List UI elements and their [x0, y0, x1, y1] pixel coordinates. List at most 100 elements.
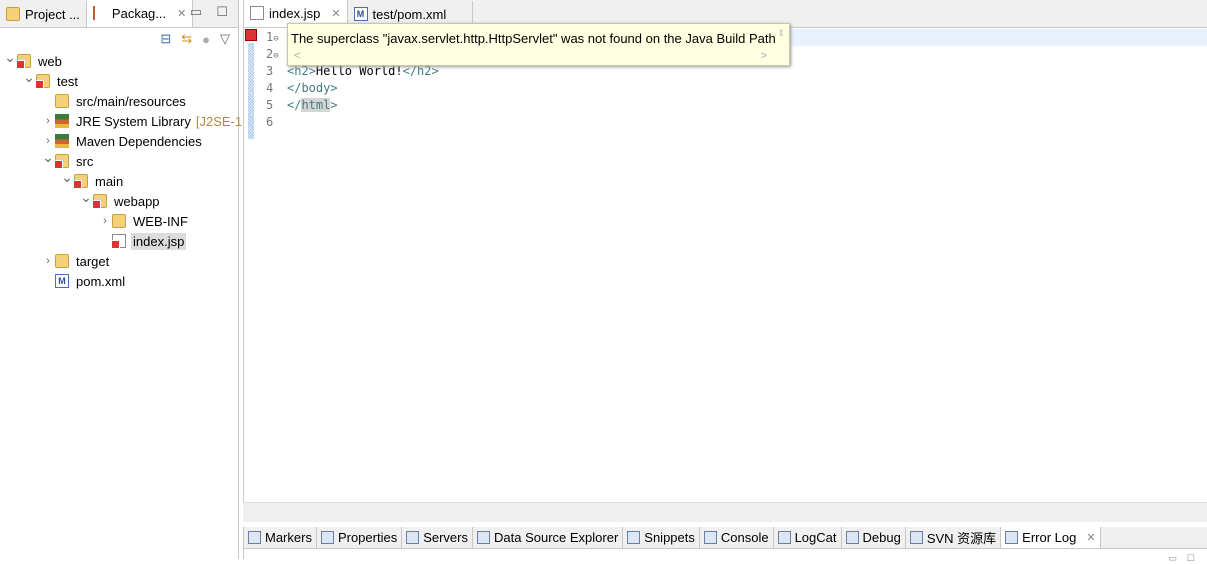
- folder-icon: [54, 154, 69, 169]
- tab-properties[interactable]: Properties: [317, 527, 403, 548]
- tree-item[interactable]: › target: [0, 251, 238, 271]
- fold-icon[interactable]: ⊖: [273, 34, 278, 44]
- tab-label: test/pom.xml: [372, 6, 447, 22]
- line-number: 3: [266, 64, 274, 78]
- scroll-left-icon[interactable]: <: [294, 50, 300, 62]
- tab-package-explorer[interactable]: Packag... ✕: [86, 0, 194, 27]
- project-icon: [16, 54, 31, 69]
- close-icon[interactable]: ✕: [331, 7, 340, 20]
- line-number: 1⊖: [266, 30, 279, 44]
- folder-icon: [55, 254, 69, 268]
- editor-horizontal-scrollbar[interactable]: [243, 502, 1207, 522]
- line-number: 6: [266, 115, 274, 129]
- minimize-icon[interactable]: ▭: [190, 4, 202, 20]
- source-folder-icon: [55, 94, 69, 108]
- tab-error-log[interactable]: Error Log ✕: [1001, 527, 1101, 548]
- chevron-right-icon[interactable]: ›: [41, 115, 55, 127]
- tab-label: Snippets: [644, 530, 695, 545]
- tab-label: Servers: [423, 530, 468, 545]
- editor-area: index.jsp ✕ M test/pom.xml 1⊖ 2⊖ 3 4 5 6…: [243, 0, 1207, 502]
- folder-icon: [73, 174, 88, 189]
- maximize-icon[interactable]: ☐: [216, 4, 228, 20]
- servers-icon: [406, 531, 420, 544]
- scroll-right-icon[interactable]: >: [761, 50, 767, 62]
- left-tab-bar: Project ... Packag... ✕ ▭ ☐: [0, 0, 238, 28]
- change-marker: [248, 43, 254, 139]
- folder-icon: [112, 214, 126, 228]
- tree-item[interactable]: index.jsp: [0, 231, 238, 251]
- properties-icon: [320, 531, 334, 544]
- file-icon: [111, 234, 126, 249]
- maven-project-icon: [35, 74, 50, 89]
- tab-snippets[interactable]: Snippets: [623, 527, 700, 548]
- chevron-down-icon[interactable]: ⌄: [22, 69, 36, 86]
- line-number-gutter: 1⊖ 2⊖ 3 4 5 6: [258, 29, 288, 131]
- tab-svn[interactable]: SVN 资源库: [906, 527, 1002, 548]
- bottom-panel: Markers Properties Servers Data Source Expl…: [243, 527, 1207, 563]
- tree-item-label: JRE System Library: [76, 113, 191, 129]
- tab-label: SVN 资源库: [926, 531, 997, 546]
- fold-icon[interactable]: ⊖: [273, 51, 278, 61]
- tab-label: Markers: [265, 530, 312, 545]
- tree-item-label: webapp: [114, 193, 160, 209]
- tab-label: Console: [720, 530, 769, 545]
- tab-project-explorer[interactable]: Project ...: [0, 1, 87, 27]
- tree-item-label: target: [76, 253, 110, 269]
- package-explorer-panel: Project ... Packag... ✕ ▭ ☐ ⊟ ⇆ ● ▽ ⌄ web…: [0, 0, 246, 559]
- bottom-tab-bar: Markers Properties Servers Data Source Expl…: [244, 527, 1207, 549]
- tab-data-source-explorer[interactable]: Data Source Explorer: [473, 527, 624, 548]
- tree-item[interactable]: ⌄ webapp: [0, 189, 238, 211]
- debug-icon: [845, 531, 859, 544]
- code-line: </body>: [287, 81, 338, 95]
- chevron-down-icon[interactable]: ⌄: [60, 169, 74, 186]
- tree-item[interactable]: ⌄ src: [0, 149, 238, 171]
- tab-label: index.jsp: [269, 5, 321, 21]
- tree-item-label: pom.xml: [76, 273, 126, 289]
- chevron-right-icon[interactable]: ›: [41, 135, 55, 147]
- console-icon: [703, 531, 717, 544]
- tooltip-message: The superclass "javax.servlet.http.HttpS…: [291, 31, 776, 46]
- scroll-updown-icon[interactable]: ⇕: [777, 28, 785, 39]
- error-marker-icon[interactable]: [245, 29, 257, 41]
- close-icon[interactable]: ✕: [177, 7, 186, 20]
- folder-icon: [92, 194, 107, 209]
- error-log-icon: [1005, 531, 1019, 544]
- line-number: 5: [266, 98, 274, 112]
- chevron-right-icon[interactable]: ›: [41, 255, 55, 267]
- chevron-down-icon[interactable]: ⌄: [3, 49, 17, 66]
- data-source-explorer-icon: [477, 531, 490, 544]
- tree-item[interactable]: Mpom.xml: [0, 271, 238, 291]
- tree-item-label: main: [95, 173, 124, 189]
- chevron-right-icon[interactable]: ›: [98, 215, 112, 227]
- tree-item[interactable]: src/main/resources: [0, 91, 238, 111]
- line-number: 4: [266, 81, 274, 95]
- tree-item[interactable]: › JRE System Library [J2SE-1.: [0, 111, 246, 131]
- snippets-icon: [627, 531, 641, 544]
- chevron-down-icon[interactable]: ⌄: [79, 189, 93, 206]
- tab-label: Debug: [862, 530, 901, 545]
- tree-item[interactable]: ⌄ test: [0, 69, 238, 91]
- tab-markers[interactable]: Markers: [244, 527, 317, 548]
- svn-icon: [909, 531, 923, 544]
- library-icon: [55, 114, 69, 128]
- tree-item[interactable]: › WEB-INF: [0, 211, 238, 231]
- maven-file-icon: M: [55, 274, 69, 288]
- chevron-down-icon[interactable]: ⌄: [41, 149, 55, 166]
- tree-item-label: index.jsp: [131, 232, 187, 250]
- tab-label: Packag...: [111, 5, 167, 21]
- filter-icon[interactable]: ●: [202, 32, 210, 47]
- link-with-editor-icon[interactable]: ⇆: [181, 31, 192, 47]
- explorer-toolbar: ⊟ ⇆ ● ▽: [0, 28, 238, 50]
- tab-logcat[interactable]: LogCat: [774, 527, 842, 548]
- close-icon[interactable]: ✕: [1086, 531, 1095, 544]
- tree-item[interactable]: ⌄ main: [0, 169, 238, 191]
- tree-item-label: src/main/resources: [76, 93, 186, 109]
- view-menu-icon[interactable]: ▽: [220, 31, 230, 47]
- collapse-all-icon[interactable]: ⊟: [160, 31, 171, 47]
- tab-servers[interactable]: Servers: [402, 527, 473, 548]
- tab-console[interactable]: Console: [700, 527, 774, 548]
- tree-item[interactable]: › Maven Dependencies: [0, 131, 238, 151]
- jsp-file-icon: [250, 6, 264, 20]
- tab-debug[interactable]: Debug: [842, 527, 906, 548]
